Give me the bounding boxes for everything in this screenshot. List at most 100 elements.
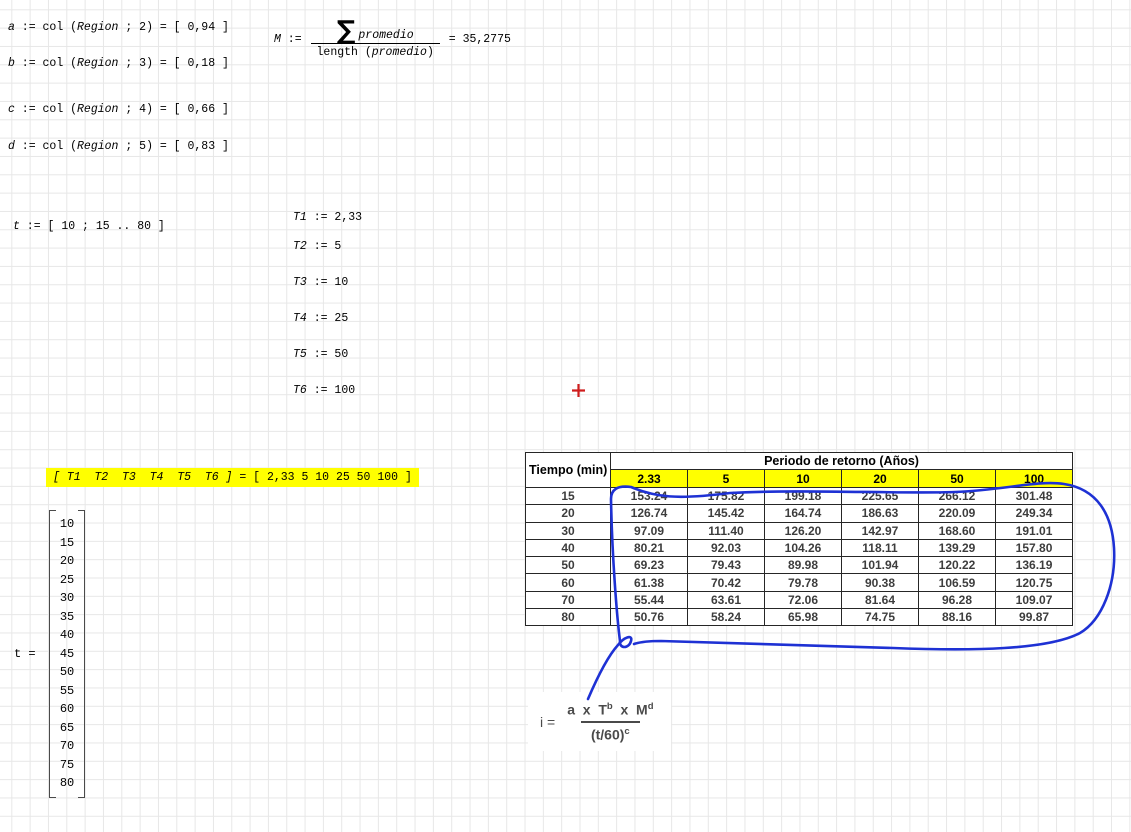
cell-value: 89.98 [765, 557, 842, 574]
cell-value: 153.24 [611, 488, 688, 505]
cell-value: 126.20 [765, 522, 842, 539]
cell-value: 104.26 [765, 539, 842, 556]
t4-definition[interactable]: T4 := 25 [293, 312, 348, 326]
t3-definition[interactable]: T3 := 10 [293, 276, 348, 290]
cell-value: 164.74 [765, 505, 842, 522]
cell-value: 92.03 [688, 539, 765, 556]
cell-value: 168.60 [919, 522, 996, 539]
t2-definition[interactable]: T2 := 5 [293, 240, 341, 254]
expression-c[interactable]: c := col (Region ; 4) = [ 0,66 ] [8, 103, 229, 117]
m-mean-formula[interactable]: M := ∑promedio length (promedio) = 35,27… [274, 20, 511, 59]
table-row: 50 69.23 79.43 89.98 101.94 120.22 136.1… [526, 557, 1073, 574]
formula-fraction: a x Tb x Md (t/60)c [562, 701, 658, 742]
t5-definition[interactable]: T5 := 50 [293, 348, 348, 362]
vector-value: 15 [60, 534, 74, 553]
table-col-header: 20 [842, 470, 919, 488]
cell-value: 301.48 [996, 488, 1073, 505]
row-time-label: 40 [526, 539, 611, 556]
region-arg: Region [77, 140, 118, 153]
table-col-header: 2.33 [611, 470, 688, 488]
cell-value: 61.38 [611, 574, 688, 591]
cell-value: 72.06 [765, 591, 842, 608]
cell-value: 101.94 [842, 557, 919, 574]
vector-value: 45 [60, 645, 74, 664]
vector-value: 20 [60, 552, 74, 571]
t1-definition[interactable]: T1 := 2,33 [293, 211, 362, 225]
t-vector-display[interactable]: t = 101520253035404550556065707580 [14, 510, 85, 798]
cell-value: 81.64 [842, 591, 919, 608]
var-name: t [13, 220, 20, 233]
var-name: c [8, 103, 15, 116]
highlighted-vector-equation[interactable]: [ T1 T2 T3 T4 T5 T6 ] = [ 2,33 5 10 25 5… [46, 468, 419, 487]
region-arg: Region [77, 21, 118, 34]
vector-value: 80 [60, 774, 74, 793]
result-value: 0,66 [188, 103, 216, 116]
cell-value: 99.87 [996, 609, 1073, 626]
table-col-header: 50 [919, 470, 996, 488]
cell-value: 63.61 [688, 591, 765, 608]
vector-value: 40 [60, 626, 74, 645]
result-value: 0,18 [188, 57, 216, 70]
cell-value: 58.24 [688, 609, 765, 626]
cell-value: 249.34 [996, 505, 1073, 522]
cell-value: 109.07 [996, 591, 1073, 608]
cell-value: 225.65 [842, 488, 919, 505]
cell-value: 65.98 [765, 609, 842, 626]
cell-value: 70.42 [688, 574, 765, 591]
cell-value: 186.63 [842, 505, 919, 522]
cell-value: 120.22 [919, 557, 996, 574]
table-row: 20 126.74 145.42 164.74 186.63 220.09 24… [526, 505, 1073, 522]
row-time-label: 15 [526, 488, 611, 505]
cell-value: 191.01 [996, 522, 1073, 539]
cell-value: 106.59 [919, 574, 996, 591]
vector-value: 35 [60, 608, 74, 627]
vector-rhs: = [ 2,33 5 10 25 50 100 ] [232, 471, 411, 484]
cell-value: 220.09 [919, 505, 996, 522]
table-row: 15 153.24 175.82 199.18 225.65 266.12 30… [526, 488, 1073, 505]
vector-lhs: [ T1 T2 T3 T4 T5 T6 ] [53, 471, 232, 484]
cell-value: 69.23 [611, 557, 688, 574]
cell-value: 96.28 [919, 591, 996, 608]
vector-value: 10 [60, 515, 74, 534]
cell-value: 120.75 [996, 574, 1073, 591]
cell-value: 157.80 [996, 539, 1073, 556]
row-time-label: 70 [526, 591, 611, 608]
vector-value: 70 [60, 737, 74, 756]
result-value: 0,94 [188, 21, 216, 34]
vector-value: 25 [60, 571, 74, 590]
cell-value: 266.12 [919, 488, 996, 505]
cell-value: 175.82 [688, 488, 765, 505]
cell-value: 88.16 [919, 609, 996, 626]
expression-b[interactable]: b := col (Region ; 3) = [ 0,18 ] [8, 57, 229, 71]
var-name: M [274, 33, 281, 46]
row-time-label: 30 [526, 522, 611, 539]
vector-value: 60 [60, 700, 74, 719]
table-row: 80 50.76 58.24 65.98 74.75 88.16 99.87 [526, 609, 1073, 626]
vector-values: 101520253035404550556065707580 [49, 510, 85, 798]
var-name: b [8, 57, 15, 70]
t-range-definition[interactable]: t := [ 10 ; 15 .. 80 ] [13, 220, 165, 234]
cell-value: 142.97 [842, 522, 919, 539]
region-arg: Region [77, 103, 118, 116]
cell-value: 145.42 [688, 505, 765, 522]
vector-value: 65 [60, 719, 74, 738]
vector-value: 50 [60, 663, 74, 682]
expression-a[interactable]: a := col (Region ; 2) = [ 0,94 ] [8, 21, 229, 35]
region-arg: Region [77, 57, 118, 70]
return-period-table: Tiempo (min) Periodo de retorno (Años) 2… [525, 452, 1073, 626]
worksheet-canvas[interactable]: a := col (Region ; 2) = [ 0,94 ] b := co… [0, 0, 1131, 832]
expression-d[interactable]: d := col (Region ; 5) = [ 0,83 ] [8, 140, 229, 154]
sigma-symbol: ∑ [337, 20, 356, 42]
table-row: 60 61.38 70.42 79.78 90.38 106.59 120.75 [526, 574, 1073, 591]
vector-value: 75 [60, 756, 74, 775]
cell-value: 139.29 [919, 539, 996, 556]
fraction-denominator: length (promedio) [311, 43, 440, 59]
t6-definition[interactable]: T6 := 100 [293, 384, 355, 398]
result-value: 0,83 [188, 140, 216, 153]
formula-lhs: i = [540, 714, 555, 730]
table-col-header: 5 [688, 470, 765, 488]
table-col-header: 100 [996, 470, 1073, 488]
intensity-formula: i = a x Tb x Md (t/60)c [528, 692, 671, 751]
table-col-header: 10 [765, 470, 842, 488]
var-name: d [8, 140, 15, 153]
